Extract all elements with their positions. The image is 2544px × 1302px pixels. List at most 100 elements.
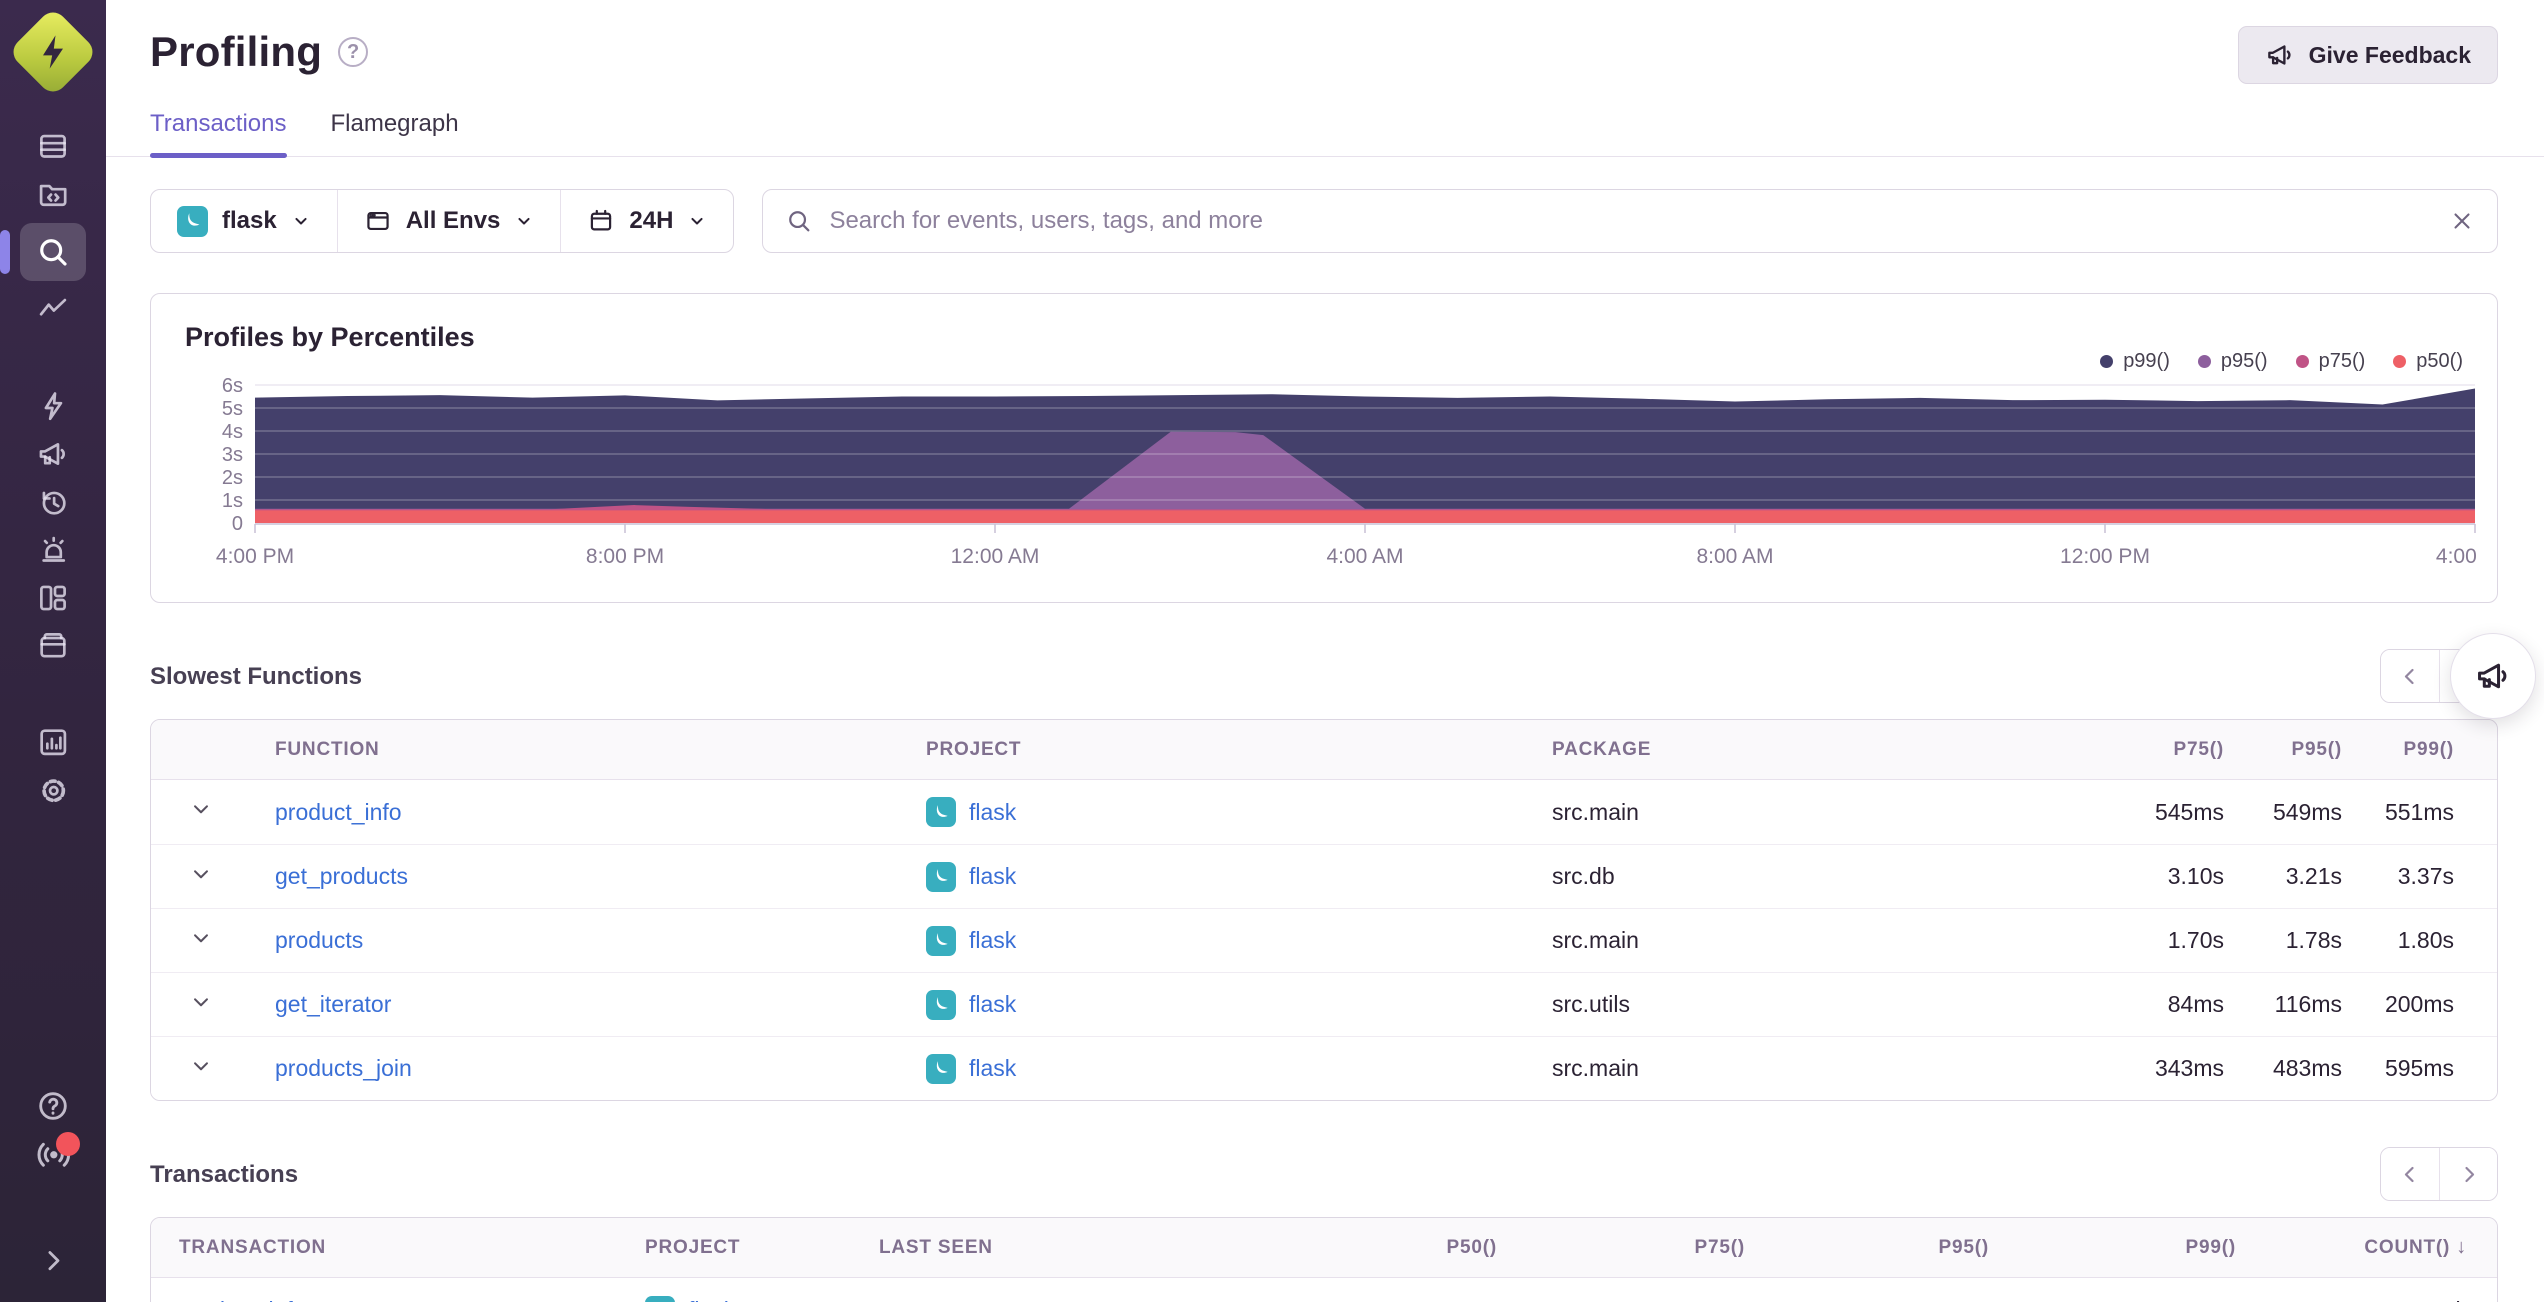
- svg-text:12:00 PM: 12:00 PM: [2060, 545, 2150, 568]
- column-header[interactable]: TRANSACTION: [151, 1237, 621, 1259]
- column-header[interactable]: P99(): [2342, 739, 2497, 761]
- svg-text:8:00 AM: 8:00 AM: [1696, 545, 1773, 568]
- pager-prev-button[interactable]: [2381, 1148, 2439, 1200]
- expand-row-button[interactable]: [188, 989, 214, 1015]
- sidebar-item-performance[interactable]: [20, 382, 86, 430]
- sidebar-item-metrics[interactable]: [20, 286, 86, 334]
- slowest-functions-header: Slowest Functions: [150, 633, 2536, 719]
- main-content: Profiling ? Give Feedback Transactions F…: [106, 0, 2544, 1302]
- tab-transactions[interactable]: Transactions: [150, 110, 287, 158]
- column-header[interactable]: P95(): [1745, 1237, 1989, 1259]
- date-range-filter[interactable]: 24H: [560, 190, 733, 252]
- date-range-filter-value: 24H: [629, 207, 674, 234]
- sidebar-item-stats[interactable]: [20, 718, 86, 766]
- project-cell: flask: [902, 1053, 1528, 1084]
- page-help-icon[interactable]: ?: [338, 37, 369, 67]
- project-filter-value: flask: [222, 207, 277, 234]
- sidebar-item-replays[interactable]: [20, 478, 86, 526]
- project-link[interactable]: flask: [969, 863, 1016, 890]
- column-header[interactable]: PACKAGE: [1528, 739, 2088, 761]
- p75-value: 545ms: [2154, 798, 2224, 825]
- svg-text:8:00 PM: 8:00 PM: [586, 545, 664, 568]
- column-header[interactable]: P75(): [1497, 1237, 1745, 1259]
- expand-row-button[interactable]: [188, 1053, 214, 1079]
- column-header[interactable]: P99(): [1989, 1237, 2236, 1259]
- pager-next-button[interactable]: [2439, 1148, 2497, 1200]
- package-cell: src.main: [1552, 927, 1639, 953]
- function-link[interactable]: products: [275, 927, 363, 953]
- search-input[interactable]: [829, 207, 2433, 235]
- project-link[interactable]: flask: [969, 799, 1016, 826]
- legend-label: p50(): [2416, 350, 2463, 372]
- project-filter[interactable]: flask: [151, 190, 337, 252]
- project-link[interactable]: flask: [969, 991, 1016, 1018]
- code-folder-icon: [39, 184, 67, 207]
- transactions-table: TRANSACTION PROJECT LAST SEEN P50() P75() P95…: [150, 1217, 2498, 1302]
- function-link[interactable]: get_products: [275, 863, 408, 889]
- sidebar-item-settings[interactable]: [20, 766, 86, 814]
- column-header[interactable]: P75(): [2088, 739, 2224, 761]
- legend-item[interactable]: p99(): [2100, 350, 2170, 373]
- legend-label: p75(): [2318, 350, 2366, 372]
- sentry-bolt-icon: [43, 35, 63, 69]
- column-header[interactable]: P50(): [1251, 1237, 1497, 1259]
- sidebar-item-user-feedback[interactable]: [20, 430, 86, 478]
- last-seen-cell: Sep 4, 2024 4:28:28 PM EDT: [855, 1297, 1251, 1302]
- p75-value: 343ms: [2154, 1055, 2224, 1081]
- pager-prev-button[interactable]: [2381, 650, 2439, 702]
- sentry-logo[interactable]: [7, 6, 99, 98]
- megaphone-icon: [39, 443, 65, 465]
- flask-logo-icon: [926, 861, 956, 892]
- floating-feedback-button[interactable]: [2450, 633, 2536, 719]
- function-link[interactable]: products_join: [275, 1055, 412, 1081]
- sidebar-item-explore[interactable]: [0, 223, 86, 281]
- p75-value: 1.70s: [2167, 927, 2224, 953]
- p99-value: 594.00ms: [1989, 1297, 2236, 1302]
- project-link[interactable]: flask: [688, 1297, 735, 1302]
- column-header[interactable]: PROJECT: [621, 1237, 855, 1259]
- chart-title: Profiles by Percentiles: [185, 322, 475, 352]
- legend-item[interactable]: p50(): [2393, 350, 2463, 373]
- sidebar-item-help[interactable]: [20, 1082, 86, 1130]
- project-cell: flask: [902, 861, 1528, 892]
- function-link[interactable]: get_iterator: [275, 991, 391, 1017]
- svg-text:2s: 2s: [222, 467, 243, 489]
- clear-x-icon: [2454, 213, 2470, 229]
- column-header[interactable]: COUNT() ↓: [2236, 1236, 2497, 1259]
- expand-row-button[interactable]: [188, 925, 214, 951]
- environment-filter[interactable]: All Envs: [336, 190, 561, 252]
- legend-item[interactable]: p95(): [2197, 350, 2268, 373]
- tab-flamegraph[interactable]: Flamegraph: [331, 110, 459, 156]
- p75-value: 552.00ms: [1497, 1297, 1745, 1302]
- give-feedback-button[interactable]: Give Feedback: [2237, 26, 2498, 84]
- svg-text:4:00 AM: 4:00 AM: [1326, 545, 1403, 568]
- expand-row-button[interactable]: [188, 861, 214, 887]
- transaction-link[interactable]: product_info: [179, 1297, 306, 1302]
- calendar-icon: [591, 209, 612, 231]
- transactions-table-header: TRANSACTION PROJECT LAST SEEN P50() P75() P95…: [151, 1218, 2497, 1278]
- svg-text:4s: 4s: [222, 421, 243, 443]
- clear-search-button[interactable]: [2449, 208, 2475, 234]
- sidebar-collapse-button[interactable]: [20, 1236, 86, 1284]
- column-header[interactable]: FUNCTION: [251, 739, 902, 761]
- project-link[interactable]: flask: [969, 927, 1016, 954]
- question-circle-icon: [39, 1092, 67, 1120]
- chevron-left-icon: [2404, 668, 2414, 685]
- sidebar-item-releases[interactable]: [20, 622, 86, 670]
- sidebar-item-issues[interactable]: [20, 122, 86, 170]
- legend-item[interactable]: p75(): [2295, 350, 2366, 373]
- sidebar-item-dashboards[interactable]: [20, 574, 86, 622]
- chart-plot[interactable]: 4:00 PM 8:00 PM 12:00 AM 4:00 AM 8:00 AM 12:0…: [185, 371, 2514, 588]
- flask-logo-icon: [645, 1295, 675, 1302]
- column-header[interactable]: P95(): [2224, 739, 2342, 761]
- sidebar-item-projects[interactable]: [20, 170, 86, 218]
- expand-row-button[interactable]: [188, 796, 214, 822]
- project-link[interactable]: flask: [969, 1055, 1016, 1082]
- sidebar-item-alerts[interactable]: [20, 526, 86, 574]
- function-link[interactable]: product_info: [275, 799, 402, 825]
- column-header[interactable]: LAST SEEN: [855, 1237, 1251, 1259]
- column-header[interactable]: PROJECT: [902, 739, 1528, 761]
- sidebar: [0, 0, 106, 1302]
- chevron-down-icon: [194, 869, 208, 878]
- sidebar-item-whats-new[interactable]: [20, 1130, 86, 1178]
